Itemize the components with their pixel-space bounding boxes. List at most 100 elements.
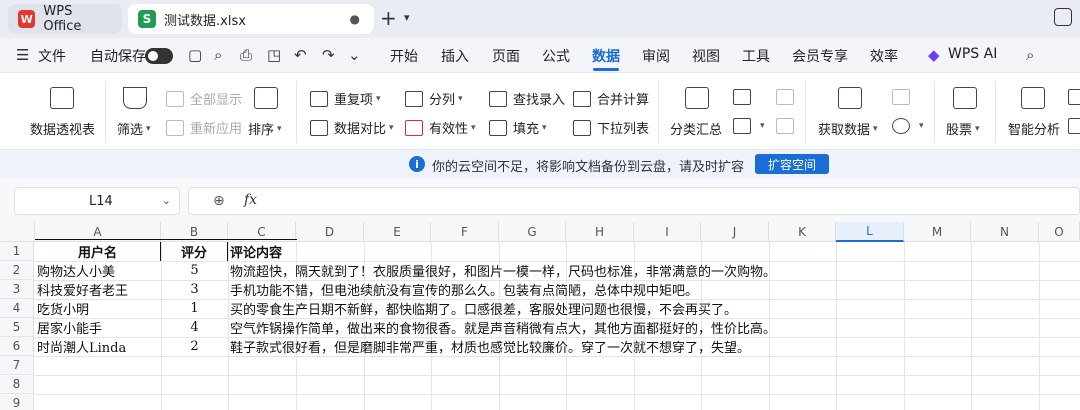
get-data-button[interactable]: 获取数据 ▾ — [818, 119, 878, 138]
cell-score[interactable]: 4 — [161, 318, 228, 337]
menu-page[interactable]: 页面 — [492, 46, 520, 66]
cell-username[interactable]: 吃货小明 — [37, 299, 89, 318]
chevron-down-icon[interactable]: ⌄ — [162, 194, 171, 207]
more-tools-icon[interactable] — [1068, 89, 1080, 105]
column-header[interactable]: N — [971, 222, 1039, 242]
window-menu-icon[interactable] — [1054, 8, 1072, 26]
column-header[interactable]: H — [566, 222, 634, 242]
ungroup-button[interactable]: ▾ — [733, 118, 765, 134]
column-header[interactable]: F — [431, 222, 499, 242]
redo-icon[interactable]: ↷ — [322, 46, 335, 64]
print-preview-icon[interactable]: ◳ — [267, 46, 281, 64]
column-header[interactable]: M — [904, 222, 971, 242]
search-icon[interactable]: ⌕ — [1026, 46, 1034, 64]
sort-button[interactable]: 排序 ▾ — [248, 119, 282, 138]
column-header-selected[interactable]: L — [836, 222, 904, 242]
validity-button[interactable]: 有效性 ▾ — [405, 118, 476, 137]
pivot-table-button[interactable]: 数据透视表 — [30, 119, 95, 138]
zoom-icon[interactable]: ⊕ — [213, 193, 225, 209]
undo-icon[interactable]: ↶ — [294, 46, 307, 64]
menu-data[interactable]: 数据 — [592, 46, 620, 66]
column-header[interactable]: I — [634, 222, 701, 242]
cell-comment[interactable]: 空气炸锅操作简单，做出来的食物很香。就是声音稍微有点大，其他方面都挺好的，性价比… — [230, 318, 776, 337]
save-icon[interactable]: ▢ — [188, 46, 202, 64]
column-header[interactable]: J — [701, 222, 769, 242]
menu-home[interactable]: 开始 — [390, 46, 418, 66]
cell-username[interactable]: 购物达人小美 — [37, 261, 115, 280]
spreadsheet-grid[interactable]: A B C D E F G H I J K L M N O 1 2 3 4 5 … — [0, 222, 1080, 410]
column-header[interactable]: K — [769, 222, 836, 242]
fill-button[interactable]: 填充 ▾ — [489, 118, 547, 137]
menu-insert[interactable]: 插入 — [441, 46, 469, 66]
hamburger-menu-icon[interactable]: ☰ — [16, 46, 29, 64]
cell-header-username[interactable]: 用户名 — [35, 242, 161, 261]
insert-function-icon[interactable]: fx — [244, 192, 257, 208]
row-header[interactable]: 4 — [0, 299, 34, 318]
group-icon[interactable] — [733, 89, 751, 105]
cell-username[interactable]: 时尚潮人Linda — [37, 337, 126, 356]
tab-wps-office[interactable]: W WPS Office — [8, 4, 122, 34]
menu-review[interactable]: 审阅 — [642, 46, 670, 66]
consolidate-button[interactable]: 合并计算 — [573, 89, 649, 108]
reapply-button[interactable]: 重新应用 — [166, 118, 242, 137]
menu-member[interactable]: 会员专享 — [792, 46, 848, 66]
cell-username[interactable]: 居家小能手 — [37, 318, 102, 337]
menu-tools[interactable]: 工具 — [742, 46, 770, 66]
cell-score[interactable]: 5 — [161, 261, 228, 280]
column-header[interactable]: G — [499, 222, 566, 242]
show-detail-icon[interactable] — [776, 89, 794, 105]
data-compare-button[interactable]: 数据对比 ▾ — [310, 118, 394, 137]
tab-list-chevron-icon[interactable]: ▾ — [404, 11, 410, 24]
row-header[interactable]: 5 — [0, 318, 34, 337]
expand-storage-button[interactable]: 扩容空间 — [755, 154, 829, 174]
menu-file[interactable]: 文件 — [38, 46, 66, 66]
cell-score[interactable]: 1 — [161, 299, 228, 318]
unsaved-dot-icon[interactable]: ● — [350, 12, 360, 26]
hide-detail-icon[interactable] — [776, 118, 794, 134]
column-header[interactable]: E — [364, 222, 431, 242]
menu-wps-ai[interactable]: WPS AI — [948, 46, 997, 62]
print-icon[interactable]: ⎙ — [240, 46, 252, 64]
dropdown-list-button[interactable]: 下拉列表 — [573, 118, 649, 137]
cell-score[interactable]: 2 — [161, 337, 228, 356]
cell-comment[interactable]: 鞋子款式很好看，但是磨脚非常严重，材质也感觉比较廉价。穿了一次就不想穿了，失望。 — [230, 337, 750, 356]
new-tab-button[interactable]: + — [380, 6, 397, 30]
autosave-toggle[interactable] — [145, 48, 173, 64]
menu-efficiency[interactable]: 效率 — [870, 46, 898, 66]
quick-access-chevron-icon[interactable]: ⌄ — [348, 46, 361, 64]
row-header[interactable]: 1 — [0, 242, 34, 261]
smart-analysis-button[interactable]: 智能分析 — [1008, 119, 1060, 138]
filter-button[interactable]: 筛选 ▾ — [117, 119, 151, 138]
cell-comment[interactable]: 买的零食生产日期不新鲜，都快临期了。口感很差，客服处理问题也很慢，不会再买了。 — [230, 299, 737, 318]
column-header[interactable]: D — [296, 222, 364, 242]
formula-input[interactable]: ⊕ fx — [188, 187, 1080, 215]
split-column-button[interactable]: 分列 ▾ — [405, 89, 463, 108]
column-header[interactable]: O — [1039, 222, 1080, 242]
select-all-corner[interactable] — [0, 222, 35, 242]
row-header[interactable]: 2 — [0, 261, 34, 280]
subtotal-button[interactable]: 分类汇总 — [670, 119, 722, 138]
share-icon[interactable]: ⌕ — [214, 46, 222, 64]
cell-username[interactable]: 科技爱好者老王 — [37, 280, 128, 299]
name-box[interactable]: L14 ⌄ — [14, 187, 180, 215]
refresh-button[interactable]: ▾ — [892, 118, 924, 134]
row-header[interactable]: 6 — [0, 337, 34, 356]
data-source-icon[interactable] — [892, 89, 910, 105]
row-header[interactable]: 7 — [0, 356, 34, 375]
more-tools-icon[interactable] — [1068, 118, 1080, 134]
cell-score[interactable]: 3 — [161, 280, 228, 299]
duplicates-button[interactable]: 重复项 ▾ — [310, 89, 381, 108]
cell-header-score[interactable]: 评分 — [161, 242, 228, 261]
row-header[interactable]: 8 — [0, 375, 34, 394]
row-header[interactable]: 9 — [0, 394, 34, 410]
cell-comment[interactable]: 手机功能不错，但电池续航没有宣传的那么久。包装有点简陋，总体中规中矩吧。 — [230, 280, 698, 299]
cell-header-comment[interactable]: 评论内容 — [228, 242, 296, 261]
row-header[interactable]: 3 — [0, 280, 34, 299]
menu-view[interactable]: 视图 — [692, 46, 720, 66]
menu-formula[interactable]: 公式 — [542, 46, 570, 66]
show-all-button[interactable]: 全部显示 — [166, 89, 242, 108]
cell-comment[interactable]: 物流超快，隔天就到了！衣服质量很好，和图片一模一样，尺码也标准，非常满意的一次购… — [230, 261, 776, 280]
tab-spreadsheet-file[interactable]: S 测试数据.xlsx ● — [128, 4, 374, 34]
lookup-entry-button[interactable]: 查找录入 — [489, 89, 565, 108]
stock-button[interactable]: 股票 ▾ — [946, 119, 980, 138]
